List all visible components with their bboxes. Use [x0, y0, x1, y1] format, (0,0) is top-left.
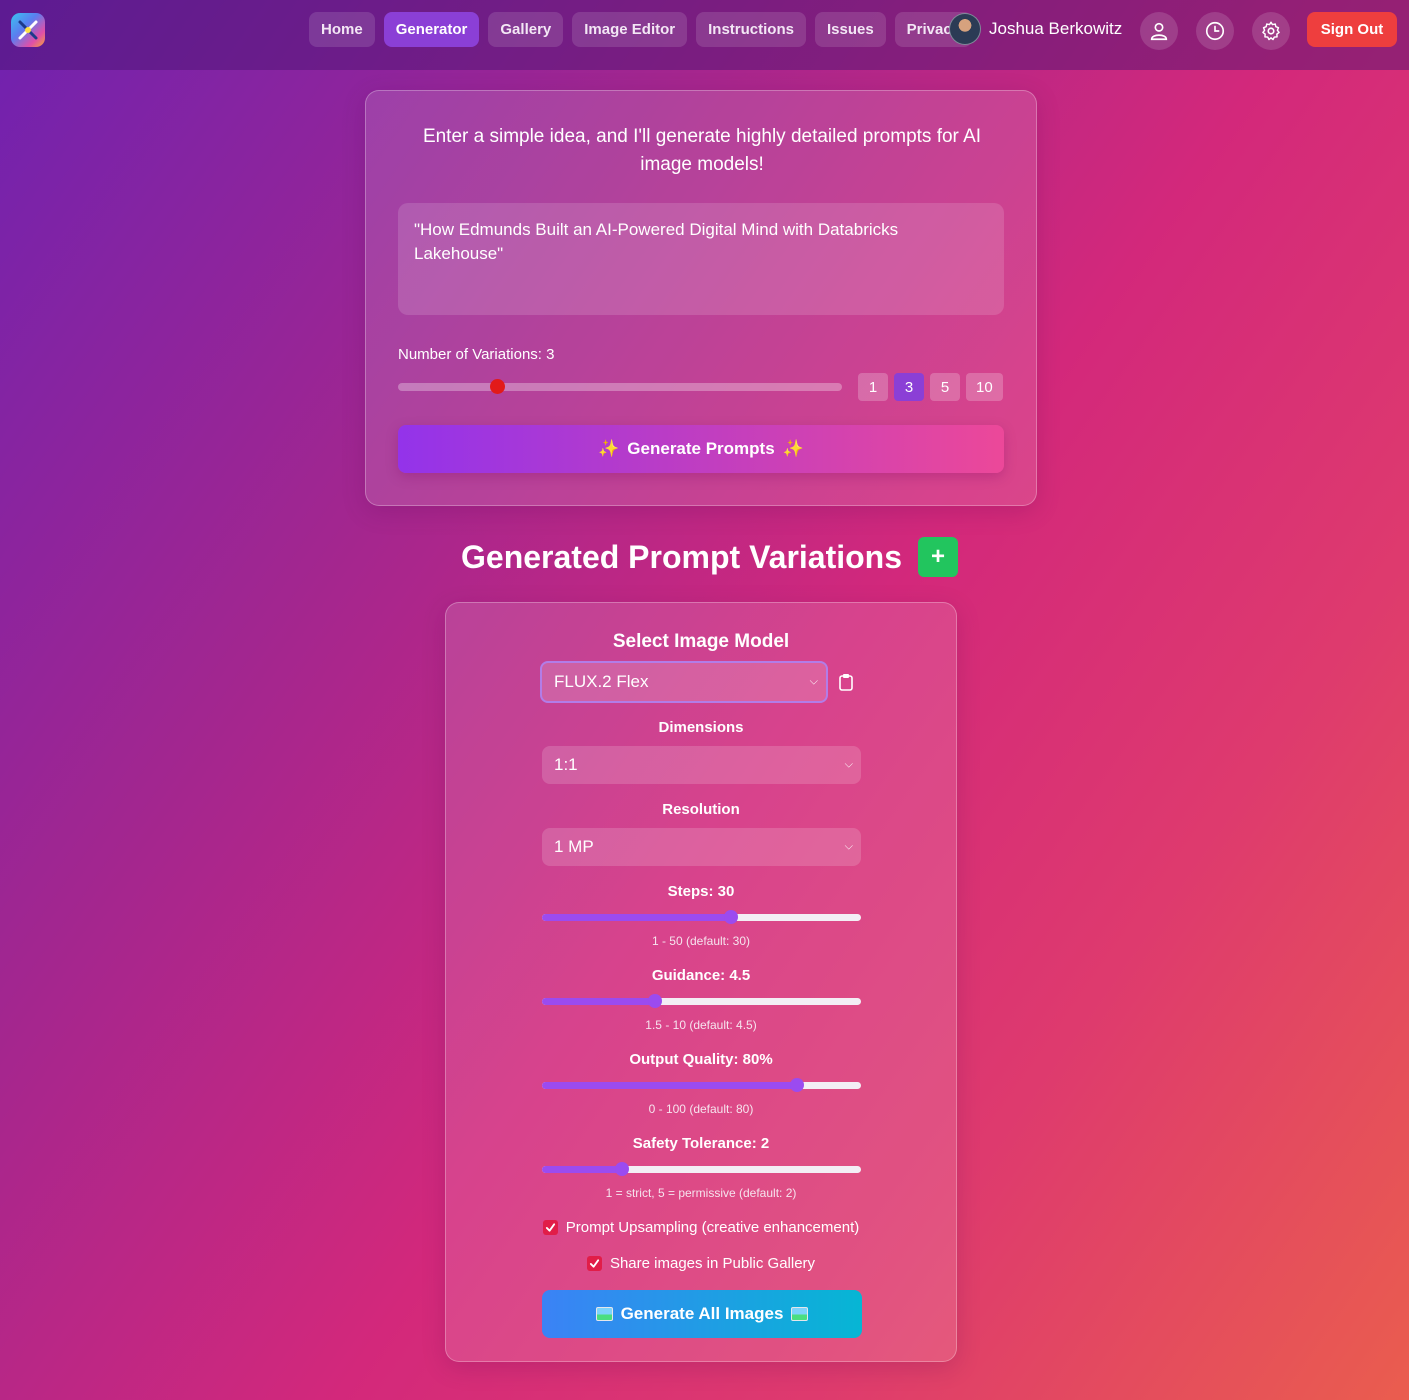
nav-links: Home Generator Gallery Image Editor Inst… — [309, 12, 973, 47]
resolution-select-value: 1 MP — [554, 837, 594, 856]
upsampling-option: Prompt Upsampling (creative enhancement) — [446, 1219, 956, 1236]
share-checkbox[interactable] — [586, 1256, 602, 1271]
guidance-hint: 1.5 - 10 (default: 4.5) — [645, 1018, 757, 1032]
share-label: Share images in Public Gallery — [609, 1255, 816, 1272]
preset-5[interactable]: 5 — [930, 373, 960, 401]
chevron-down-icon: ⌵ — [844, 840, 853, 853]
nav-issues[interactable]: Issues — [814, 12, 886, 47]
variations-heading-row: Generated Prompt Variations + — [461, 537, 959, 577]
sparkles-icon: ✨ — [598, 439, 620, 458]
preset-10[interactable]: 10 — [966, 373, 1003, 401]
upsampling-label: Prompt Upsampling (creative enhancement) — [565, 1219, 860, 1236]
gear-icon — [1262, 21, 1280, 41]
nav-image-editor[interactable]: Image Editor — [572, 12, 688, 47]
variations-heading: Generated Prompt Variations — [461, 538, 903, 575]
app-logo[interactable] — [11, 13, 45, 47]
user-icon — [1150, 22, 1168, 41]
steps-slider[interactable] — [542, 910, 861, 924]
nav-gallery[interactable]: Gallery — [488, 12, 564, 47]
model-select[interactable]: FLUX.2 Flex ⌵ — [540, 661, 828, 703]
clock-icon — [1205, 21, 1225, 41]
dimensions-label: Dimensions — [658, 719, 744, 736]
chevron-down-icon: ⌵ — [809, 675, 818, 688]
generate-all-label: Generate All Images — [620, 1304, 784, 1323]
steps-label: Steps: 30 — [667, 883, 735, 900]
guidance-slider[interactable] — [542, 994, 861, 1008]
checkmark-icon — [589, 1259, 600, 1268]
preset-1[interactable]: 1 — [858, 373, 888, 401]
user-name: Joshua Berkowitz — [989, 19, 1123, 38]
upsampling-checkbox[interactable] — [542, 1220, 558, 1235]
variations-label: Number of Variations: 3 — [398, 346, 555, 363]
quality-slider-fill — [542, 1082, 798, 1089]
image-settings-card: Select Image Model FLUX.2 Flex ⌵ Dimensi… — [445, 602, 957, 1362]
steps-hint: 1 - 50 (default: 30) — [651, 934, 751, 948]
picture-icon — [595, 1307, 613, 1321]
dimensions-select[interactable]: 1:1 ⌵ — [542, 746, 861, 784]
safety-slider-thumb[interactable] — [614, 1162, 629, 1176]
chevron-down-icon: ⌵ — [844, 758, 853, 771]
model-select-value: FLUX.2 Flex — [554, 672, 649, 691]
safety-slider-fill — [542, 1166, 622, 1173]
sign-out-button[interactable]: Sign Out — [1307, 12, 1397, 47]
guidance-slider-fill — [542, 998, 655, 1005]
safety-slider[interactable] — [542, 1162, 861, 1176]
safety-label: Safety Tolerance: 2 — [632, 1135, 770, 1152]
navbar: Home Generator Gallery Image Editor Inst… — [0, 0, 1409, 70]
checkmark-icon — [545, 1223, 555, 1232]
steps-slider-fill — [542, 914, 731, 921]
share-option: Share images in Public Gallery — [446, 1255, 956, 1272]
clipboard-icon[interactable] — [838, 673, 854, 691]
quality-hint: 0 - 100 (default: 80) — [648, 1102, 754, 1116]
guidance-slider-thumb[interactable] — [647, 994, 662, 1008]
steps-slider-thumb[interactable] — [723, 910, 738, 924]
intro-text: Enter a simple idea, and I'll generate h… — [422, 126, 982, 175]
picture-icon — [791, 1307, 809, 1321]
quality-label: Output Quality: 80% — [629, 1051, 773, 1068]
settings-button[interactable] — [1252, 12, 1290, 50]
preset-3[interactable]: 3 — [894, 373, 924, 401]
safety-hint: 1 = strict, 5 = permissive (default: 2) — [605, 1186, 797, 1200]
prompt-generator-card: Enter a simple idea, and I'll generate h… — [365, 90, 1037, 506]
profile-button[interactable] — [1140, 12, 1178, 50]
nav-home[interactable]: Home — [309, 12, 375, 47]
guidance-label: Guidance: 4.5 — [651, 967, 751, 984]
variations-slider[interactable] — [398, 379, 842, 394]
nav-instructions[interactable]: Instructions — [696, 12, 806, 47]
generate-prompts-label: Generate Prompts — [627, 439, 775, 458]
quality-slider-thumb[interactable] — [790, 1078, 805, 1092]
resolution-label: Resolution — [662, 801, 740, 818]
nav-generator[interactable]: Generator — [383, 12, 480, 47]
select-model-title: Select Image Model — [612, 631, 790, 652]
avatar[interactable] — [949, 13, 981, 45]
generate-prompts-button[interactable]: ✨ Generate Prompts ✨ — [398, 425, 1004, 473]
variation-presets: 1 3 5 10 — [858, 373, 1003, 401]
variations-slider-thumb[interactable] — [489, 379, 505, 394]
add-variation-button[interactable]: + — [918, 537, 959, 577]
sparkles-icon: ✨ — [782, 439, 804, 458]
idea-input[interactable]: "How Edmunds Built an AI-Powered Digital… — [398, 203, 1004, 315]
user-menu[interactable]: Joshua Berkowitz — [949, 13, 1122, 45]
quality-slider[interactable] — [542, 1078, 861, 1092]
dimensions-select-value: 1:1 — [554, 755, 578, 774]
generate-all-images-button[interactable]: Generate All Images — [542, 1290, 862, 1338]
resolution-select[interactable]: 1 MP ⌵ — [542, 828, 861, 866]
history-button[interactable] — [1196, 12, 1234, 50]
